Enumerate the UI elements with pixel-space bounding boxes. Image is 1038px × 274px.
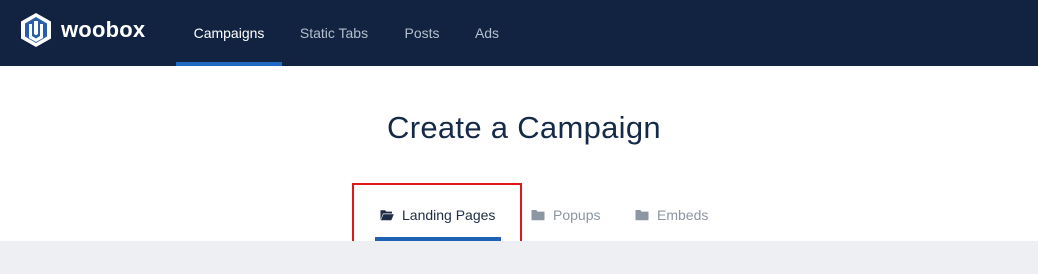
folder-open-icon (380, 210, 394, 221)
tab-label: Popups (553, 207, 601, 223)
tab-label: Embeds (657, 207, 709, 223)
brand-logo[interactable]: woobox (20, 12, 145, 48)
tab-landing-pages[interactable]: Landing Pages (375, 195, 501, 241)
top-navigation-bar: woobox Campaigns Static Tabs Posts Ads (0, 0, 1038, 66)
content-area (0, 241, 1038, 274)
campaign-type-tabs: Landing Pages Popups Embeds (0, 195, 1038, 241)
folder-icon (635, 210, 649, 221)
nav-item-posts[interactable]: Posts (386, 0, 458, 66)
nav-item-campaigns[interactable]: Campaigns (176, 0, 282, 66)
page-title: Create a Campaign (387, 110, 661, 145)
nav-item-label: Campaigns (193, 25, 265, 41)
tab-embeds[interactable]: Embeds (635, 195, 708, 241)
brand-name: woobox (61, 17, 146, 42)
tab-label: Landing Pages (402, 207, 496, 223)
nav-item-ads[interactable]: Ads (458, 0, 516, 66)
main-nav: Campaigns Static Tabs Posts Ads (176, 0, 516, 66)
nav-item-label: Ads (474, 25, 500, 41)
active-nav-indicator (176, 62, 282, 66)
nav-item-label: Posts (404, 25, 440, 41)
woobox-logo-icon (21, 13, 51, 47)
tab-popups[interactable]: Popups (531, 195, 600, 241)
nav-item-label: Static Tabs (299, 25, 369, 41)
folder-icon (531, 210, 545, 221)
nav-item-static-tabs[interactable]: Static Tabs (282, 0, 386, 66)
